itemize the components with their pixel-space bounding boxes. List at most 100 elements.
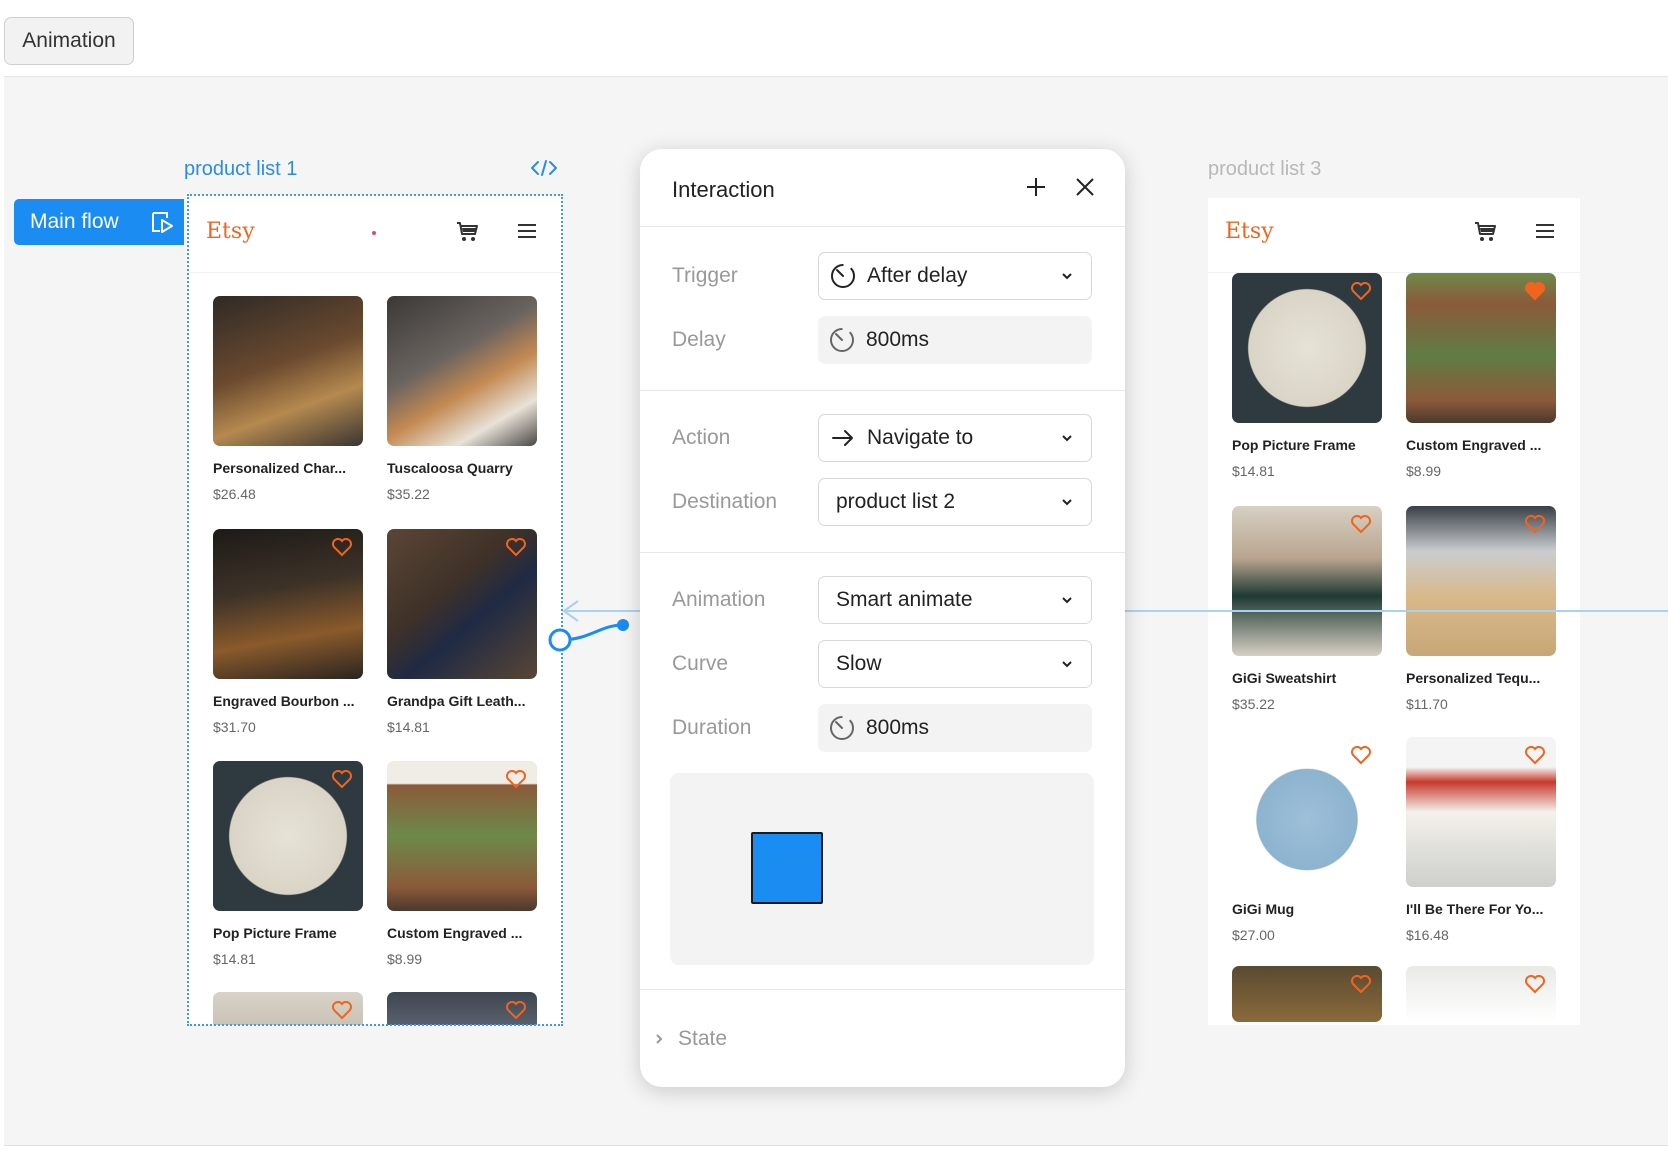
heart-icon[interactable] (1524, 974, 1546, 994)
product-price: $14.81 (387, 719, 430, 735)
product-image (1232, 966, 1382, 1022)
heart-icon[interactable] (1350, 514, 1372, 534)
interaction-panel: Interaction Trigger After delay Delay 80… (640, 149, 1125, 1087)
product-title: Tuscaloosa Quarry (387, 460, 513, 476)
product-title: I'll Be There For Yo... (1406, 901, 1544, 917)
product-card[interactable]: Custom Engraved ... $8.99 (1406, 273, 1556, 479)
heart-icon[interactable] (505, 1000, 527, 1020)
heart-icon[interactable] (1350, 974, 1372, 994)
heart-icon[interactable] (1524, 745, 1546, 765)
product-title: Custom Engraved ... (387, 925, 523, 941)
cart-icon[interactable] (1474, 220, 1498, 244)
product-title: Personalized Char... (213, 460, 347, 476)
product-card[interactable]: Custom Engraved ... $8.99 (387, 761, 537, 967)
timer-icon (830, 328, 854, 352)
product-card[interactable]: Personalized Char... $26.48 (213, 296, 363, 502)
trigger-value: After delay (867, 264, 968, 287)
etsy-logo[interactable]: Etsy (206, 219, 255, 244)
phone-frame-product-list-3[interactable]: Etsy Pop Picture Frame $14.81 Custom Eng… (1208, 198, 1580, 1025)
plus-icon[interactable] (1025, 176, 1047, 198)
product-image (1406, 273, 1556, 423)
product-card[interactable]: I'll Be There For Yo... $16.48 (1406, 737, 1556, 943)
product-card[interactable]: Grandpa Gift Leath... $14.81 (387, 529, 537, 735)
product-price: $35.22 (387, 486, 430, 502)
product-price: $16.48 (1406, 927, 1449, 943)
main-flow-button[interactable]: Main flow (14, 199, 184, 245)
frame-label-product-list-1[interactable]: product list 1 (184, 158, 297, 181)
animation-label: Animation (672, 588, 766, 611)
heart-filled-icon[interactable] (1524, 281, 1546, 301)
product-price: $8.99 (1406, 463, 1442, 479)
action-label: Action (672, 426, 731, 449)
code-icon[interactable] (530, 159, 558, 177)
product-card[interactable]: GiGi Sweatshirt $35.22 (1232, 506, 1382, 712)
animation-select[interactable]: Smart animate (818, 576, 1092, 624)
heart-icon[interactable] (505, 537, 527, 557)
product-title: Custom Engraved ... (1406, 437, 1542, 453)
destination-label: Destination (672, 490, 778, 513)
main-flow-label: Main flow (30, 210, 119, 233)
product-card[interactable]: Pop Picture Frame $14.81 (213, 761, 363, 967)
delay-label: Delay (672, 328, 726, 351)
duration-field[interactable]: 800ms (818, 704, 1092, 752)
preview-square (751, 832, 823, 904)
state-toggle[interactable]: State (654, 1027, 727, 1051)
heart-icon[interactable] (331, 769, 353, 789)
destination-select[interactable]: product list 2 (818, 478, 1092, 526)
state-label: State (678, 1027, 728, 1050)
product-card[interactable]: Pop Picture Frame $14.81 (1232, 273, 1382, 479)
product-image (1406, 966, 1556, 1022)
product-card[interactable]: Personalized Tequ... $11.70 (1406, 506, 1556, 712)
product-image (1232, 737, 1382, 887)
product-title: Engraved Bourbon ... (213, 693, 355, 709)
product-card[interactable] (387, 992, 537, 1025)
chevron-down-icon (1062, 273, 1072, 280)
product-title: Personalized Tequ... (1406, 670, 1541, 686)
frame-label-product-list-3[interactable]: product list 3 (1208, 158, 1321, 181)
product-title: Pop Picture Frame (213, 925, 337, 941)
chevron-down-icon (1062, 661, 1072, 668)
action-select[interactable]: Navigate to (818, 414, 1092, 462)
play-frame-icon (152, 212, 173, 233)
menu-icon[interactable] (516, 220, 538, 242)
product-card[interactable]: GiGi Mug $27.00 (1232, 737, 1382, 943)
trigger-select[interactable]: After delay (818, 252, 1092, 300)
product-title: GiGi Mug (1232, 901, 1295, 917)
product-title: Grandpa Gift Leath... (387, 693, 526, 709)
product-card[interactable] (1232, 966, 1382, 1022)
product-card[interactable] (1406, 966, 1556, 1022)
animation-tab[interactable]: Animation (4, 17, 134, 65)
heart-icon[interactable] (1350, 745, 1372, 765)
heart-icon[interactable] (331, 537, 353, 557)
product-price: $8.99 (387, 951, 423, 967)
curve-select[interactable]: Slow (818, 640, 1092, 688)
product-image (1406, 737, 1556, 887)
heart-icon[interactable] (331, 1000, 353, 1020)
duration-label: Duration (672, 716, 752, 739)
etsy-header: Etsy (1208, 198, 1580, 273)
arrow-right-icon (832, 430, 853, 446)
product-title: GiGi Sweatshirt (1232, 670, 1337, 686)
product-price: $26.48 (213, 486, 256, 502)
product-price: $14.81 (213, 951, 256, 967)
heart-icon[interactable] (1350, 281, 1372, 301)
close-icon[interactable] (1075, 177, 1095, 197)
etsy-logo[interactable]: Etsy (1225, 219, 1274, 244)
timer-icon (830, 716, 854, 740)
phone-frame-product-list-1[interactable]: Etsy Personalized Char... $26.48 Tuscalo… (188, 195, 562, 1025)
product-card[interactable]: Engraved Bourbon ... $31.70 (213, 529, 363, 735)
chevron-down-icon (1062, 597, 1072, 604)
destination-value: product list 2 (836, 490, 956, 513)
menu-icon[interactable] (1534, 220, 1556, 242)
curve-value: Slow (836, 652, 882, 675)
product-price: $11.70 (1406, 696, 1448, 712)
cart-icon[interactable] (456, 220, 480, 244)
product-price: $27.00 (1232, 927, 1275, 943)
product-card[interactable]: Tuscaloosa Quarry $35.22 (387, 296, 537, 502)
product-image (213, 992, 363, 1025)
product-card[interactable] (213, 992, 363, 1025)
delay-field[interactable]: 800ms (818, 316, 1092, 364)
product-price: $31.70 (213, 719, 256, 735)
heart-icon[interactable] (1524, 514, 1546, 534)
heart-icon[interactable] (505, 769, 527, 789)
